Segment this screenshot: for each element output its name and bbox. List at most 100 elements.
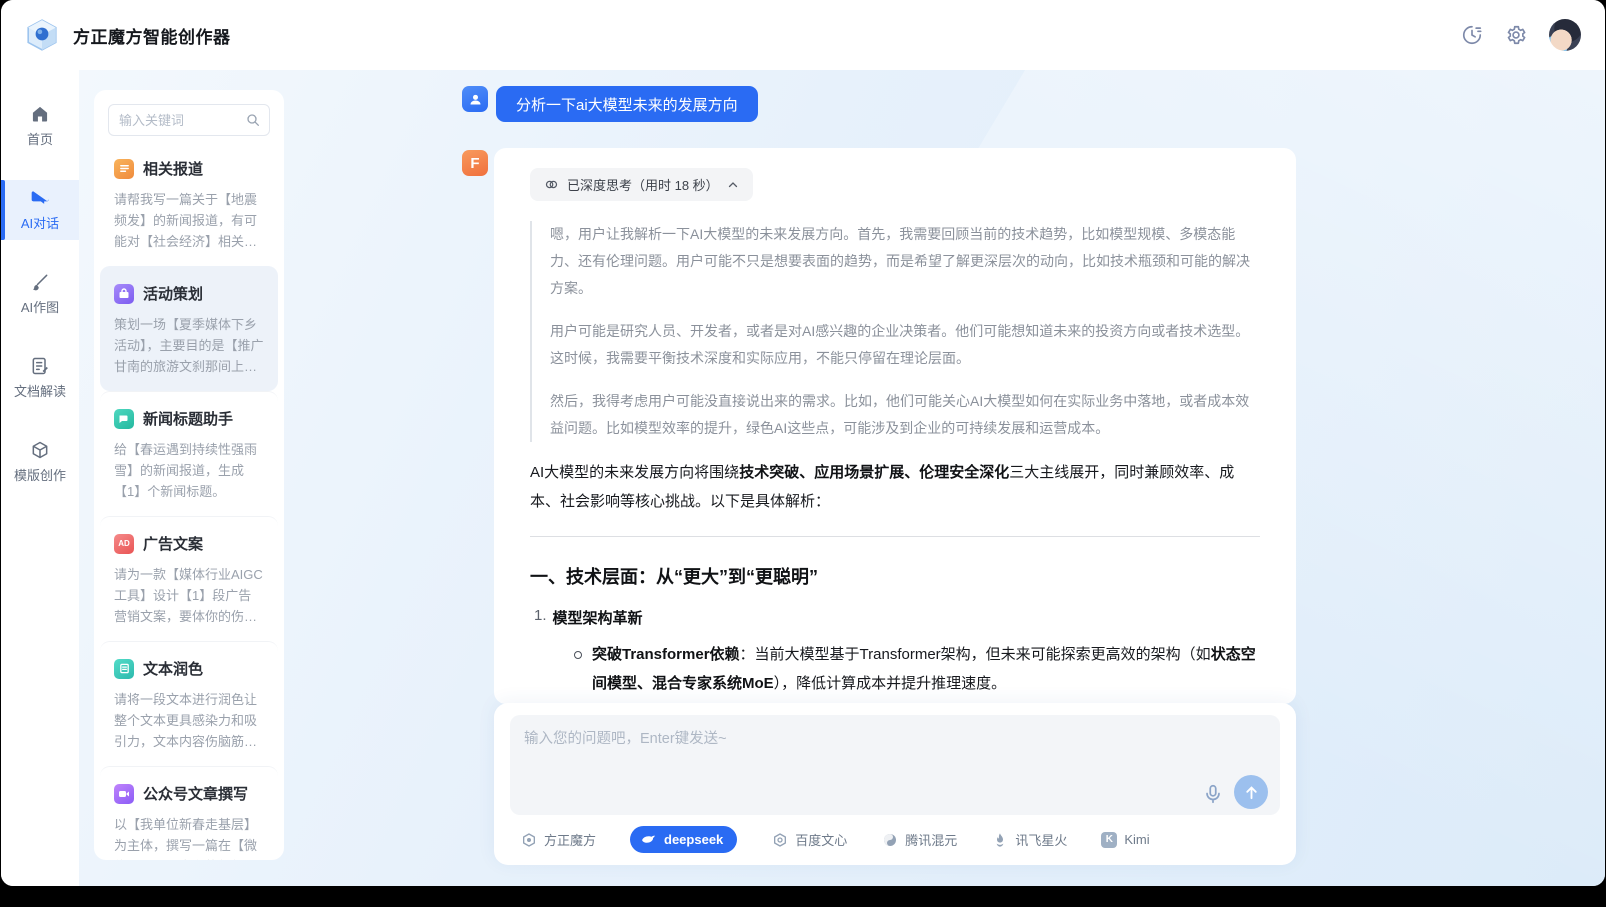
kimi-icon: K <box>1101 832 1117 848</box>
chat-bubble-icon <box>30 188 50 208</box>
nav-item-ai-chat[interactable]: AI对话 <box>1 180 79 240</box>
event-planning-icon <box>114 284 134 304</box>
deep-think-label: 已深度思考（用时 18 秒） <box>567 175 719 194</box>
send-button[interactable] <box>1234 775 1268 809</box>
template-desc: 请为一款【媒体行业AIGC工具】设计【1】段广告营销文案，要体你的伤口考... <box>114 564 264 627</box>
template-item-news-report[interactable]: 相关报道 请帮我写一篇关于【地震频发】的新闻报道，有可能对【社会经济】相关的有关… <box>100 142 278 266</box>
template-item-ad-copy[interactable]: AD 广告文案 请为一款【媒体行业AIGC工具】设计【1】段广告营销文案，要体你… <box>100 516 278 641</box>
nav-item-doc-reading[interactable]: 文档解读 <box>1 348 79 408</box>
deepthink-icon <box>544 177 559 192</box>
deepseek-whale-icon <box>640 831 657 848</box>
brush-icon <box>30 272 50 292</box>
template-title: 文本润色 <box>143 658 203 679</box>
template-title: 公众号文章撰写 <box>143 783 248 804</box>
thinking-paragraph: 嗯，用户让我解析一下AI大模型的未来发展方向。首先，我需要回顾当前的技术趋势，比… <box>550 221 1260 302</box>
text-polish-icon <box>114 659 134 679</box>
nav-label: 首页 <box>27 129 53 148</box>
message-input[interactable] <box>510 715 1280 815</box>
bullet-text: ：当前大模型基于Transformer架构，但未来可能探索更高效的架构（如 <box>740 646 1211 663</box>
model-label: 方正魔方 <box>544 830 596 849</box>
baidu-wenxin-icon <box>771 831 788 848</box>
user-message-avatar <box>462 86 488 112</box>
template-desc: 以【我单位新春走基层】为主体，撰写一篇在【微信】公众号发布的红红你就开... <box>114 814 264 860</box>
template-desc: 请将一段文本进行润色让整个文本更具感染力和吸引力，文本内容伤脑筋啊可怜... <box>114 689 264 752</box>
answer-bullet-1: 突破Transformer依赖：当前大模型基于Transformer架构，但未来… <box>574 640 1260 698</box>
home-icon <box>30 104 50 124</box>
user-profile-avatar[interactable] <box>1549 19 1581 51</box>
app-header: 方正魔方智能创作器 <box>1 0 1605 70</box>
document-pen-icon <box>30 356 50 376</box>
answer-bullets: 突破Transformer依赖：当前大模型基于Transformer架构，但未来… <box>530 640 1260 704</box>
microphone-icon[interactable] <box>1202 783 1224 805</box>
user-message-bubble[interactable]: 分析一下ai大模型未来的发展方向 <box>496 86 758 122</box>
template-item-event-planning[interactable]: 活动策划 策划一场【夏季媒体下乡活动】，主要目的是【推广甘南的旅游文刹那间上课是… <box>100 266 278 391</box>
app-logo-icon <box>25 18 59 52</box>
thinking-paragraph: 用户可能是研究人员、开发者，或者是对AI感兴趣的企业决策者。他们可能想知道未来的… <box>550 318 1260 372</box>
bullet-bold: 突破Transformer依赖 <box>592 646 740 663</box>
nav-label: 模版创作 <box>14 465 66 484</box>
header-actions <box>1461 19 1581 51</box>
headline-assistant-icon <box>114 409 134 429</box>
app-window: 方正魔方智能创作器 首页 AI对话 AI作图 <box>1 0 1605 886</box>
nav-item-template-create[interactable]: 模版创作 <box>1 432 79 492</box>
answer-intro-bold: 技术突破、应用场景扩展、伦理安全深化 <box>739 464 1009 481</box>
chevron-up-icon <box>727 179 739 191</box>
model-label: 百度文心 <box>795 830 847 849</box>
template-desc: 策划一场【夏季媒体下乡活动】，主要目的是【推广甘南的旅游文刹那间上课是... <box>114 314 264 377</box>
search-icon[interactable] <box>245 112 261 128</box>
xunfei-spark-flame-icon <box>991 831 1008 848</box>
cube-icon <box>30 440 50 460</box>
model-item-kimi[interactable]: K Kimi <box>1101 832 1149 848</box>
answer-intro-text: AI大模型的未来发展方向将围绕 <box>530 464 739 481</box>
model-item-tencent-hunyuan[interactable]: 腾讯混元 <box>881 830 957 849</box>
answer-list-item-1: 1. 模型架构革新 <box>530 607 1260 628</box>
template-item-text-polish[interactable]: 文本润色 请将一段文本进行润色让整个文本更具感染力和吸引力，文本内容伤脑筋啊可怜… <box>100 641 278 766</box>
template-title: 活动策划 <box>143 283 203 304</box>
list-number: 1. <box>534 607 547 628</box>
composer-card: 方正魔方 deepseek 百度文心 腾讯混元 <box>494 703 1296 865</box>
bullet-text: ），降低计算成本并提升推理速度。 <box>774 675 1007 692</box>
history-icon[interactable] <box>1461 24 1483 46</box>
app-title: 方正魔方智能创作器 <box>73 23 231 48</box>
model-item-deepseek[interactable]: deepseek <box>630 826 737 853</box>
model-item-xunfei-spark[interactable]: 讯飞星火 <box>991 830 1067 849</box>
template-item-headline-assistant[interactable]: 新闻标题助手 给【春运遇到持续性强雨雪】的新闻报道，生成【1】个新闻标题。 <box>100 391 278 516</box>
settings-gear-icon[interactable] <box>1505 24 1527 46</box>
answer-divider <box>530 536 1260 537</box>
composer-input-box <box>510 715 1280 815</box>
answer-intro: AI大模型的未来发展方向将围绕技术突破、应用场景扩展、伦理安全深化三大主线展开，… <box>530 458 1260 516</box>
arrow-up-icon <box>1243 784 1260 801</box>
thinking-block: 嗯，用户让我解析一下AI大模型的未来发展方向。首先，我需要回顾当前的技术趋势，比… <box>530 221 1260 442</box>
wechat-article-icon <box>114 784 134 804</box>
template-item-wechat-article[interactable]: 公众号文章撰写 以【我单位新春走基层】为主体，撰写一篇在【微信】公众号发布的红红… <box>100 766 278 860</box>
model-item-fangzheng[interactable]: 方正魔方 <box>520 830 596 849</box>
ai-message-avatar: F <box>462 150 488 176</box>
nav-label: 文档解读 <box>14 381 66 400</box>
model-label: 讯飞星火 <box>1015 830 1067 849</box>
answer-section-title: 一、技术层面：从“更大”到“更聪明” <box>530 563 1260 589</box>
ai-message-card: 已深度思考（用时 18 秒） 嗯，用户让我解析一下AI大模型的未来发展方向。首先… <box>494 148 1296 704</box>
template-title: 新闻标题助手 <box>143 408 233 429</box>
template-title: 广告文案 <box>143 533 203 554</box>
model-label: deepseek <box>664 832 723 847</box>
fangzheng-cube-icon <box>520 831 537 848</box>
model-label: 腾讯混元 <box>905 830 957 849</box>
thinking-paragraph: 然后，我得考虑用户可能没直接说出来的需求。比如，他们可能关心AI大模型如何在实际… <box>550 388 1260 442</box>
nav-label: AI对话 <box>21 213 59 232</box>
tencent-hunyuan-icon <box>881 831 898 848</box>
deep-think-toggle[interactable]: 已深度思考（用时 18 秒） <box>530 168 753 201</box>
template-desc: 给【春运遇到持续性强雨雪】的新闻报道，生成【1】个新闻标题。 <box>114 439 264 502</box>
ad-copy-icon: AD <box>114 534 134 554</box>
nav-item-home[interactable]: 首页 <box>1 96 79 156</box>
model-selector-row: 方正魔方 deepseek 百度文心 腾讯混元 <box>510 826 1280 853</box>
list-label: 模型架构革新 <box>553 607 643 628</box>
template-title: 相关报道 <box>143 158 203 179</box>
news-report-icon <box>114 159 134 179</box>
template-panel: 相关报道 请帮我写一篇关于【地震频发】的新闻报道，有可能对【社会经济】相关的有关… <box>94 90 284 860</box>
nav-item-ai-image[interactable]: AI作图 <box>1 264 79 324</box>
model-label: Kimi <box>1124 832 1149 847</box>
left-nav: 首页 AI对话 AI作图 文档解读 模版创作 <box>1 70 79 886</box>
model-item-baidu-wenxin[interactable]: 百度文心 <box>771 830 847 849</box>
search-bar <box>108 104 270 136</box>
template-desc: 请帮我写一篇关于【地震频发】的新闻报道，有可能对【社会经济】相关的有关... <box>114 189 264 252</box>
